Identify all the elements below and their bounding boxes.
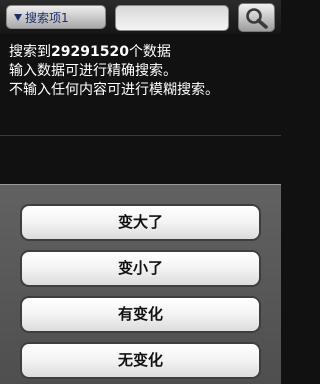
option-decreased-button[interactable]: 变小了 [20,250,261,287]
fuzzy-search-hint: 不输入任何内容可进行模糊搜索。 [9,82,219,98]
search-field-dropdown[interactable]: 搜索项1 [6,5,106,29]
dropdown-label: 搜索项1 [25,11,69,25]
search-result-info: 搜索到29291520个数据 输入数据可进行精确搜索。 不输入任何内容可进行模糊… [9,43,275,100]
divider [0,135,281,136]
action-sheet: 变大了 变小了 有变化 无变化 [0,184,281,384]
result-count-line: 搜索到29291520个数据 [9,43,275,62]
search-input[interactable] [115,5,229,31]
option-increased-button[interactable]: 变大了 [20,204,261,241]
result-count: 29291520 [51,44,129,60]
option-changed-button[interactable]: 有变化 [20,296,261,333]
option-unchanged-button[interactable]: 无变化 [20,342,261,379]
exact-search-hint: 输入数据可进行精确搜索。 [9,63,177,79]
result-prefix: 搜索到 [9,44,51,60]
search-button[interactable] [238,3,275,32]
magnifier-icon [246,8,268,29]
triangle-down-icon [14,14,22,21]
result-suffix: 个数据 [128,44,171,60]
top-toolbar: 搜索项1 [0,0,281,34]
